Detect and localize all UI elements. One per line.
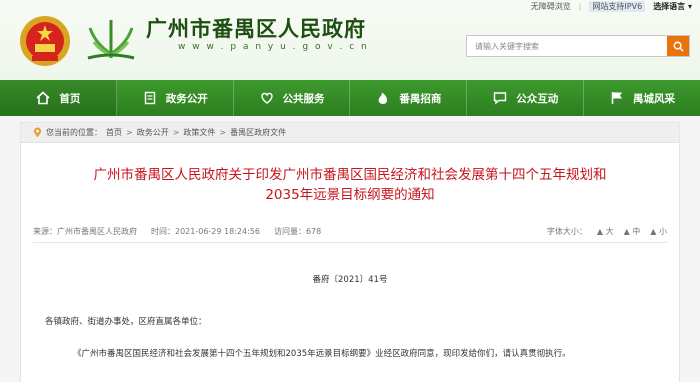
- article-body: 《广州市番禺区国民经济和社会发展第十四个五年规划和2035年远景目标纲要》业经区…: [73, 349, 571, 359]
- divider: |: [578, 1, 582, 11]
- site-title: 广州市番禺区人民政府: [146, 17, 366, 41]
- article-time: 时间：2021-06-29 18:24:56: [151, 227, 260, 236]
- nav-item-public-services[interactable]: 公共服务: [234, 80, 351, 116]
- national-emblem-icon: [20, 16, 70, 66]
- nav-label: 公众互动: [516, 92, 559, 105]
- article-source: 来源：广州市番禺区人民政府: [33, 227, 137, 236]
- ipv6-badge: 网站支持IPV6: [589, 0, 646, 12]
- home-icon: [35, 90, 51, 106]
- nav-label: 禺城风采: [633, 92, 676, 105]
- breadcrumb-separator: >: [219, 128, 227, 137]
- article-salutation: 各镇政府、街道办事处，区府直属各单位：: [45, 317, 207, 327]
- breadcrumb-link-district-docs[interactable]: 番禺区政府文件: [230, 127, 286, 138]
- search-box: 请输入关键字搜索: [466, 35, 690, 57]
- breadcrumb: 您当前的位置： 首页 > 政务公开 > 政策文件 > 番禺区政府文件: [21, 123, 679, 143]
- nav-label: 公共服务: [282, 92, 325, 105]
- document-number: 番府〔2021〕41号: [312, 275, 388, 285]
- language-select[interactable]: 选择语言 ▾: [653, 1, 692, 12]
- breadcrumb-separator: >: [172, 128, 180, 137]
- nav-item-city-style[interactable]: 禺城风采: [584, 80, 700, 116]
- site-url: w w w . p a n y u . g o v . c n: [178, 42, 369, 52]
- font-size-large[interactable]: ▲ 大: [597, 226, 614, 237]
- font-size-label: 字体大小：: [546, 227, 587, 236]
- breadcrumb-separator: >: [126, 128, 133, 137]
- panyu-logo-icon: [87, 20, 135, 60]
- heart-icon: [259, 90, 275, 106]
- breadcrumb-link-home[interactable]: 首页: [106, 127, 122, 138]
- document-icon: [142, 90, 158, 106]
- location-pin-icon: [33, 127, 42, 138]
- breadcrumb-prefix: 您当前的位置：: [46, 128, 102, 137]
- article-title: 广州市番禺区人民政府关于印发广州市番禺区国民经济和社会发展第十四个五年规划和20…: [93, 167, 607, 203]
- article-meta: 来源：广州市番禺区人民政府 时间：2021-06-29 18:24:56 访问量…: [33, 221, 667, 243]
- nav-label: 政务公开: [165, 92, 208, 105]
- search-input[interactable]: 请输入关键字搜索: [467, 41, 667, 52]
- nav-item-gov-affairs[interactable]: 政务公开: [117, 80, 234, 116]
- main-nav: 首页 政务公开 公共服务 番禺招商 公众互动 禺城风采: [0, 80, 700, 116]
- article-panel: 您当前的位置： 首页 > 政务公开 > 政策文件 > 番禺区政府文件 广州市番禺…: [20, 122, 680, 382]
- search-icon: [673, 41, 684, 52]
- search-button[interactable]: [667, 36, 689, 56]
- font-size-medium[interactable]: ▲ 中: [624, 226, 641, 237]
- article-views: 访问量：678: [273, 227, 322, 236]
- flame-icon: [375, 90, 391, 106]
- font-size-small[interactable]: ▲ 小: [650, 226, 667, 237]
- site-header: 无障碍浏览 | 网站支持IPV6 选择语言 ▾ 广州市番禺区人民政府 w w w…: [0, 0, 700, 80]
- top-utility-bar: 无障碍浏览 | 网站支持IPV6 选择语言 ▾: [531, 0, 692, 12]
- accessibility-link[interactable]: 无障碍浏览: [531, 1, 571, 12]
- nav-label: 番禺招商: [399, 92, 442, 105]
- nav-item-investment[interactable]: 番禺招商: [350, 80, 468, 116]
- nav-item-interaction[interactable]: 公众互动: [467, 80, 585, 116]
- flag-icon: [609, 90, 625, 106]
- content-area: 您当前的位置： 首页 > 政务公开 > 政策文件 > 番禺区政府文件 广州市番禺…: [0, 116, 700, 382]
- chat-icon: [492, 90, 508, 106]
- breadcrumb-link-gov-affairs[interactable]: 政务公开: [137, 127, 169, 138]
- breadcrumb-link-policy[interactable]: 政策文件: [183, 127, 215, 138]
- nav-label: 首页: [59, 92, 81, 105]
- nav-item-home[interactable]: 首页: [0, 80, 117, 116]
